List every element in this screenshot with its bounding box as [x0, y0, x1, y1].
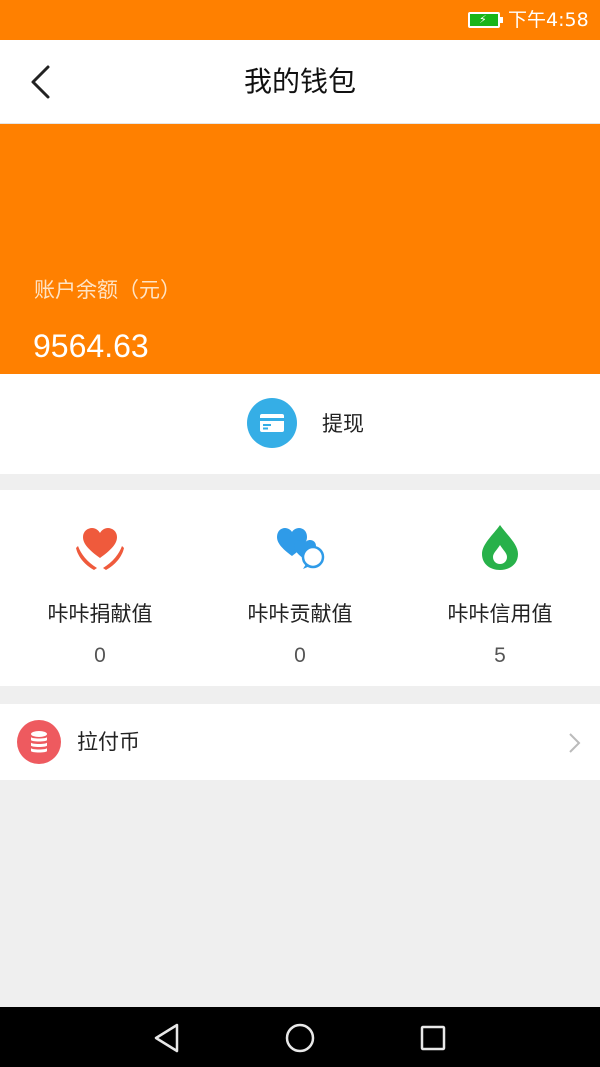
stat-donation[interactable]: 咔咔捐献值 0: [0, 490, 200, 686]
droplet-icon: [482, 525, 518, 570]
chevron-right-icon: [569, 733, 581, 753]
coin-stack-icon: [31, 731, 47, 753]
coin-label: 拉付币: [77, 730, 140, 754]
stats-panel: 咔咔捐献值 0 咔咔贡献值 0 咔咔信用值 5: [0, 490, 600, 686]
header: 我的钱包: [0, 40, 600, 124]
stat-credit[interactable]: 咔咔信用值 5: [400, 490, 600, 686]
home-circle-icon[interactable]: [283, 1021, 317, 1055]
stat-name: 咔咔捐献值: [47, 602, 153, 626]
withdraw-button[interactable]: 提现: [0, 374, 600, 474]
stat-value: 0: [294, 644, 306, 667]
page-title: 我的钱包: [243, 65, 356, 98]
coin-row[interactable]: 拉付币: [0, 704, 600, 780]
stat-value: 5: [494, 644, 506, 667]
withdraw-icon-circle: [247, 398, 297, 448]
coin-icon-circle: [17, 720, 61, 764]
battery-charging-icon: ⚡: [468, 12, 503, 28]
stat-name: 咔咔贡献值: [247, 602, 353, 626]
balance-label: 账户余额（元）: [34, 278, 181, 302]
system-nav-bar: [0, 1007, 600, 1067]
status-bar: ⚡ 下午4:58: [0, 0, 600, 40]
stat-contribution[interactable]: 咔咔贡献值 0: [200, 490, 400, 686]
withdraw-label: 提现: [322, 412, 364, 436]
hearts-chat-icon: [277, 528, 325, 569]
recents-square-icon[interactable]: [416, 1021, 450, 1055]
heart-hands-icon: [76, 528, 124, 570]
stat-value: 0: [94, 644, 106, 667]
balance-card: 账户余额（元） 9564.63: [0, 124, 600, 374]
stat-name: 咔咔信用值: [447, 602, 553, 626]
back-triangle-icon[interactable]: [150, 1021, 184, 1055]
balance-amount: 9564.63: [33, 328, 149, 364]
status-time: 下午4:58: [508, 9, 589, 31]
card-icon: [260, 414, 284, 432]
